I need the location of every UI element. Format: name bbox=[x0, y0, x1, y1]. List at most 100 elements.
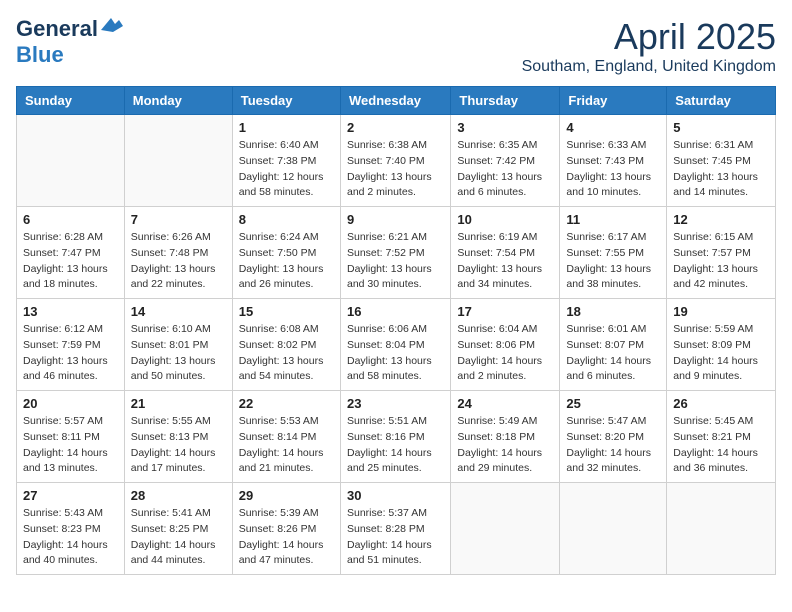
day-number: 1 bbox=[239, 120, 334, 135]
day-number: 2 bbox=[347, 120, 444, 135]
weekday-header-friday: Friday bbox=[560, 87, 667, 115]
logo-bird-icon bbox=[101, 18, 123, 34]
weekday-header-wednesday: Wednesday bbox=[340, 87, 450, 115]
day-info: Sunrise: 5:57 AM Sunset: 8:11 PM Dayligh… bbox=[23, 414, 118, 477]
calendar-cell: 18 Sunrise: 6:01 AM Sunset: 8:07 PM Dayli… bbox=[560, 299, 667, 391]
calendar-cell: 12 Sunrise: 6:15 AM Sunset: 7:57 PM Dayli… bbox=[667, 207, 776, 299]
day-info: Sunrise: 6:28 AM Sunset: 7:47 PM Dayligh… bbox=[23, 230, 118, 293]
calendar-cell: 30Sunrise: 5:37 AM Sunset: 8:28 PM Dayli… bbox=[340, 483, 450, 575]
day-info: Sunrise: 5:53 AM Sunset: 8:14 PM Dayligh… bbox=[239, 414, 334, 477]
day-number: 26 bbox=[673, 396, 769, 411]
day-number: 6 bbox=[23, 212, 118, 227]
day-info: Sunrise: 6:19 AM Sunset: 7:54 PM Dayligh… bbox=[457, 230, 553, 293]
weekday-header-thursday: Thursday bbox=[451, 87, 560, 115]
day-info: Sunrise: 5:59 AM Sunset: 8:09 PM Dayligh… bbox=[673, 322, 769, 385]
day-info: Sunrise: 6:04 AM Sunset: 8:06 PM Dayligh… bbox=[457, 322, 553, 385]
day-info: Sunrise: 6:35 AM Sunset: 7:42 PM Dayligh… bbox=[457, 138, 553, 201]
calendar-cell: 13 Sunrise: 6:12 AM Sunset: 7:59 PM Dayli… bbox=[17, 299, 125, 391]
day-info: Sunrise: 5:49 AM Sunset: 8:18 PM Dayligh… bbox=[457, 414, 553, 477]
day-number: 5 bbox=[673, 120, 769, 135]
calendar-cell: 11Sunrise: 6:17 AM Sunset: 7:55 PM Dayli… bbox=[560, 207, 667, 299]
day-number: 20 bbox=[23, 396, 118, 411]
logo-general-text: General bbox=[16, 16, 98, 42]
day-number: 21 bbox=[131, 396, 226, 411]
day-number: 10 bbox=[457, 212, 553, 227]
month-title: April 2025 bbox=[522, 16, 776, 58]
calendar-cell: 20 Sunrise: 5:57 AM Sunset: 8:11 PM Dayli… bbox=[17, 391, 125, 483]
calendar-cell: 6 Sunrise: 6:28 AM Sunset: 7:47 PM Daylig… bbox=[17, 207, 125, 299]
calendar-cell: 10 Sunrise: 6:19 AM Sunset: 7:54 PM Dayli… bbox=[451, 207, 560, 299]
day-info: Sunrise: 5:47 AM Sunset: 8:20 PM Dayligh… bbox=[566, 414, 660, 477]
calendar-cell: 23Sunrise: 5:51 AM Sunset: 8:16 PM Dayli… bbox=[340, 391, 450, 483]
day-number: 14 bbox=[131, 304, 226, 319]
day-info: Sunrise: 6:12 AM Sunset: 7:59 PM Dayligh… bbox=[23, 322, 118, 385]
calendar-cell: 7Sunrise: 6:26 AM Sunset: 7:48 PM Daylig… bbox=[124, 207, 232, 299]
day-info: Sunrise: 5:55 AM Sunset: 8:13 PM Dayligh… bbox=[131, 414, 226, 477]
calendar-cell: 14 Sunrise: 6:10 AM Sunset: 8:01 PM Dayli… bbox=[124, 299, 232, 391]
calendar-cell: 16 Sunrise: 6:06 AM Sunset: 8:04 PM Dayli… bbox=[340, 299, 450, 391]
calendar-cell: 4 Sunrise: 6:33 AM Sunset: 7:43 PM Daylig… bbox=[560, 115, 667, 207]
page-header: General Blue April 2025 Southam, England… bbox=[16, 16, 776, 76]
day-info: Sunrise: 6:33 AM Sunset: 7:43 PM Dayligh… bbox=[566, 138, 660, 201]
calendar-cell: 26 Sunrise: 5:45 AM Sunset: 8:21 PM Dayli… bbox=[667, 391, 776, 483]
day-info: Sunrise: 6:06 AM Sunset: 8:04 PM Dayligh… bbox=[347, 322, 444, 385]
calendar-cell: 24 Sunrise: 5:49 AM Sunset: 8:18 PM Dayli… bbox=[451, 391, 560, 483]
logo-blue-text: Blue bbox=[16, 42, 64, 68]
calendar-cell: 22 Sunrise: 5:53 AM Sunset: 8:14 PM Dayli… bbox=[232, 391, 340, 483]
day-number: 4 bbox=[566, 120, 660, 135]
calendar-week-3: 13 Sunrise: 6:12 AM Sunset: 7:59 PM Dayli… bbox=[17, 299, 776, 391]
title-block: April 2025 Southam, England, United King… bbox=[522, 16, 776, 76]
calendar-cell bbox=[667, 483, 776, 575]
day-info: Sunrise: 6:01 AM Sunset: 8:07 PM Dayligh… bbox=[566, 322, 660, 385]
day-info: Sunrise: 6:15 AM Sunset: 7:57 PM Dayligh… bbox=[673, 230, 769, 293]
calendar-week-1: 1 Sunrise: 6:40 AM Sunset: 7:38 PM Daylig… bbox=[17, 115, 776, 207]
day-number: 25 bbox=[566, 396, 660, 411]
day-info: Sunrise: 6:40 AM Sunset: 7:38 PM Dayligh… bbox=[239, 138, 334, 201]
calendar-week-2: 6 Sunrise: 6:28 AM Sunset: 7:47 PM Daylig… bbox=[17, 207, 776, 299]
calendar-cell: 1 Sunrise: 6:40 AM Sunset: 7:38 PM Daylig… bbox=[232, 115, 340, 207]
day-number: 23 bbox=[347, 396, 444, 411]
calendar-cell: 15 Sunrise: 6:08 AM Sunset: 8:02 PM Dayli… bbox=[232, 299, 340, 391]
day-info: Sunrise: 6:24 AM Sunset: 7:50 PM Dayligh… bbox=[239, 230, 334, 293]
day-number: 8 bbox=[239, 212, 334, 227]
day-number: 15 bbox=[239, 304, 334, 319]
calendar-cell: 27 Sunrise: 5:43 AM Sunset: 8:23 PM Dayli… bbox=[17, 483, 125, 575]
day-number: 9 bbox=[347, 212, 444, 227]
calendar-cell: 17Sunrise: 6:04 AM Sunset: 8:06 PM Dayli… bbox=[451, 299, 560, 391]
weekday-header-monday: Monday bbox=[124, 87, 232, 115]
day-info: Sunrise: 5:45 AM Sunset: 8:21 PM Dayligh… bbox=[673, 414, 769, 477]
weekday-header-sunday: Sunday bbox=[17, 87, 125, 115]
calendar-cell: 3 Sunrise: 6:35 AM Sunset: 7:42 PM Daylig… bbox=[451, 115, 560, 207]
calendar-cell: 25 Sunrise: 5:47 AM Sunset: 8:20 PM Dayli… bbox=[560, 391, 667, 483]
calendar-cell: 21 Sunrise: 5:55 AM Sunset: 8:13 PM Dayli… bbox=[124, 391, 232, 483]
day-info: Sunrise: 6:08 AM Sunset: 8:02 PM Dayligh… bbox=[239, 322, 334, 385]
day-number: 18 bbox=[566, 304, 660, 319]
logo: General Blue bbox=[16, 16, 123, 68]
day-info: Sunrise: 5:43 AM Sunset: 8:23 PM Dayligh… bbox=[23, 506, 118, 569]
day-number: 3 bbox=[457, 120, 553, 135]
day-info: Sunrise: 6:10 AM Sunset: 8:01 PM Dayligh… bbox=[131, 322, 226, 385]
calendar-week-5: 27 Sunrise: 5:43 AM Sunset: 8:23 PM Dayli… bbox=[17, 483, 776, 575]
calendar-cell: 5 Sunrise: 6:31 AM Sunset: 7:45 PM Daylig… bbox=[667, 115, 776, 207]
weekday-header-tuesday: Tuesday bbox=[232, 87, 340, 115]
calendar-cell: 29Sunrise: 5:39 AM Sunset: 8:26 PM Dayli… bbox=[232, 483, 340, 575]
day-number: 27 bbox=[23, 488, 118, 503]
day-info: Sunrise: 6:26 AM Sunset: 7:48 PM Dayligh… bbox=[131, 230, 226, 293]
day-number: 19 bbox=[673, 304, 769, 319]
day-info: Sunrise: 6:17 AM Sunset: 7:55 PM Dayligh… bbox=[566, 230, 660, 293]
day-number: 22 bbox=[239, 396, 334, 411]
day-number: 12 bbox=[673, 212, 769, 227]
day-number: 13 bbox=[23, 304, 118, 319]
weekday-header-row: SundayMondayTuesdayWednesdayThursdayFrid… bbox=[17, 87, 776, 115]
calendar-cell bbox=[560, 483, 667, 575]
day-number: 24 bbox=[457, 396, 553, 411]
calendar-cell: 28Sunrise: 5:41 AM Sunset: 8:25 PM Dayli… bbox=[124, 483, 232, 575]
day-number: 16 bbox=[347, 304, 444, 319]
calendar-cell bbox=[451, 483, 560, 575]
day-info: Sunrise: 6:38 AM Sunset: 7:40 PM Dayligh… bbox=[347, 138, 444, 201]
day-number: 30 bbox=[347, 488, 444, 503]
calendar-cell bbox=[124, 115, 232, 207]
day-info: Sunrise: 6:31 AM Sunset: 7:45 PM Dayligh… bbox=[673, 138, 769, 201]
calendar-table: SundayMondayTuesdayWednesdayThursdayFrid… bbox=[16, 86, 776, 575]
calendar-cell: 2 Sunrise: 6:38 AM Sunset: 7:40 PM Daylig… bbox=[340, 115, 450, 207]
